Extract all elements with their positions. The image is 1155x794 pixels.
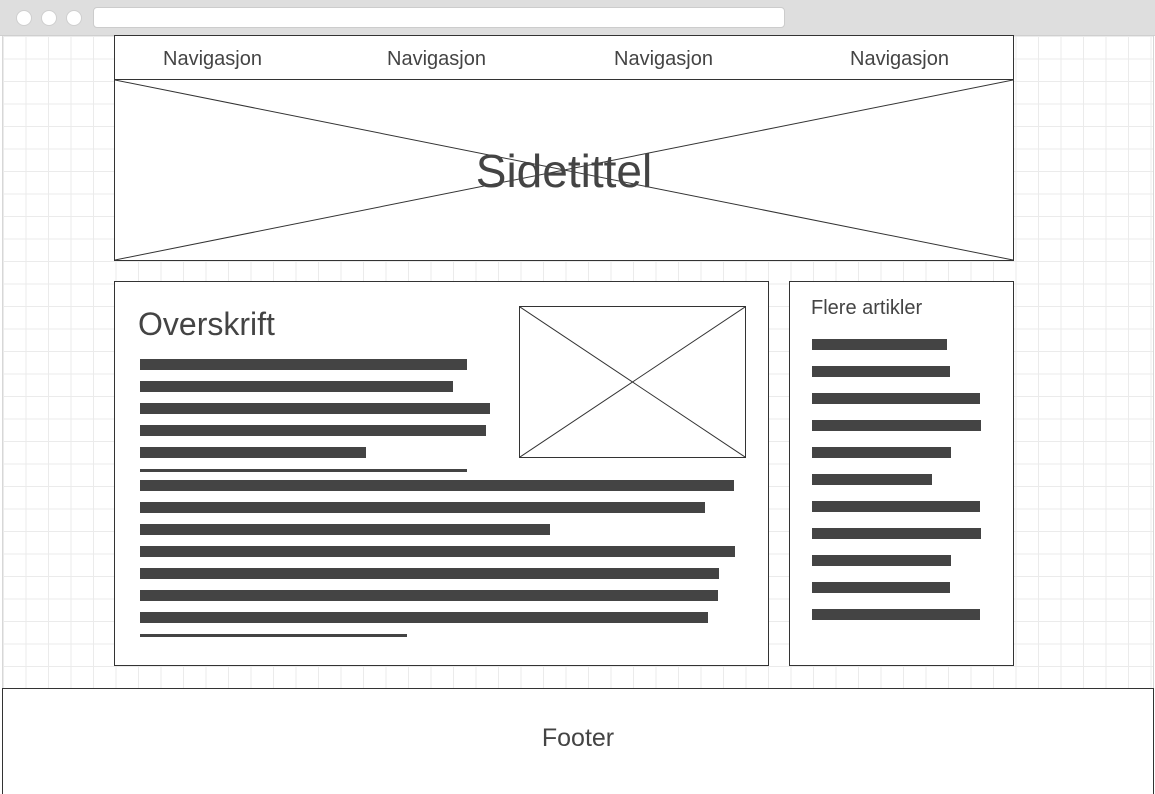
text-line	[140, 502, 705, 513]
sidebar-article-link[interactable]	[812, 555, 951, 566]
text-line	[140, 524, 550, 535]
article-heading: Overskrift	[138, 306, 275, 342]
sidebar-article-link[interactable]	[812, 609, 980, 620]
hero-banner: Sidetittel	[114, 79, 1014, 261]
text-line	[140, 590, 718, 601]
text-line	[140, 381, 453, 392]
sidebar-article-link[interactable]	[812, 447, 951, 458]
sidebar-article-link[interactable]	[812, 528, 981, 539]
window-close-button[interactable]	[16, 10, 32, 26]
browser-chrome	[0, 0, 1155, 36]
sidebar-article-link[interactable]	[812, 339, 947, 350]
nav-item-1[interactable]: Navigasjon	[163, 48, 262, 71]
text-line	[140, 612, 708, 623]
window-minimize-button[interactable]	[41, 10, 57, 26]
page-title: Sidetittel	[475, 145, 653, 197]
sidebar-article-link[interactable]	[812, 474, 932, 485]
sidebar-title: Flere artikler	[811, 297, 923, 319]
text-line	[140, 425, 486, 436]
text-line	[140, 447, 366, 458]
sidebar-article-link[interactable]	[812, 393, 980, 404]
text-line-separator	[140, 634, 407, 637]
text-line	[140, 546, 735, 557]
window-maximize-button[interactable]	[66, 10, 82, 26]
text-line-separator	[140, 469, 467, 472]
sidebar-article-link[interactable]	[812, 582, 950, 593]
article-card: Overskrift	[114, 281, 769, 666]
text-line	[140, 359, 467, 370]
sidebar-article-link[interactable]	[812, 366, 950, 377]
text-line	[140, 480, 734, 491]
nav-item-2[interactable]: Navigasjon	[387, 48, 486, 71]
sidebar-article-link[interactable]	[812, 420, 981, 431]
navigation-bar: Navigasjon Navigasjon Navigasjon Navigas…	[114, 35, 1014, 80]
text-line	[140, 568, 719, 579]
page-footer: Footer	[2, 688, 1154, 794]
address-bar[interactable]	[93, 7, 785, 28]
footer-text: Footer	[541, 724, 615, 752]
article-image-placeholder	[519, 306, 746, 458]
nav-item-3[interactable]: Navigasjon	[614, 48, 713, 71]
image-placeholder-icon	[520, 307, 745, 457]
sidebar-article-link[interactable]	[812, 501, 980, 512]
nav-item-4[interactable]: Navigasjon	[850, 48, 949, 71]
text-line	[140, 403, 490, 414]
sidebar-more-articles: Flere artikler	[789, 281, 1014, 666]
